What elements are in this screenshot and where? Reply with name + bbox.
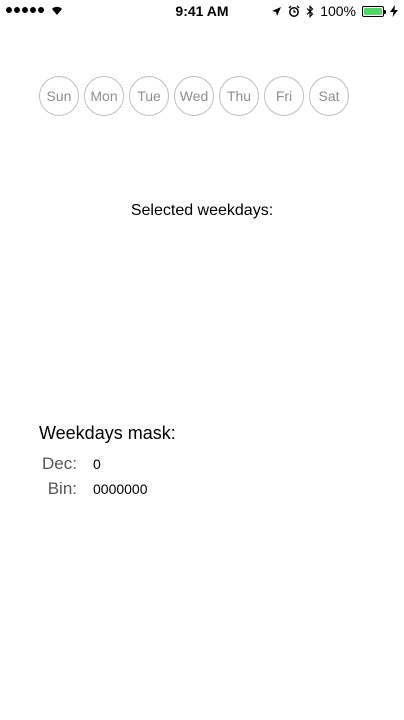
day-button-tue[interactable]: Tue [129,76,169,116]
mask-bin-value: 0000000 [93,481,148,497]
battery-icon [362,5,386,17]
selected-weekdays-title: Selected weekdays: [130,202,274,219]
charging-icon [390,5,398,17]
day-button-sun[interactable]: Sun [39,76,79,116]
day-button-mon[interactable]: Mon [84,76,124,116]
day-button-thu[interactable]: Thu [219,76,259,116]
selected-weekdays-list [0,226,404,396]
bluetooth-icon [306,4,314,18]
status-right: 100% [271,3,398,19]
day-button-fri[interactable]: Fri [264,76,304,116]
battery-percent: 100% [320,3,356,19]
mask-dec-label: Dec: [42,454,77,473]
mask-dec-value: 0 [93,456,101,472]
mask-bin-row: Bin: 0000000 [39,479,148,499]
alarm-icon [288,5,300,17]
battery-fill [364,7,382,15]
weekday-picker: Sun Mon Tue Wed Thu Fri Sat [39,76,349,116]
status-bar: 9:41 AM 100% [0,0,404,22]
location-icon [272,6,282,16]
day-button-wed[interactable]: Wed [174,76,214,116]
app-screen: 9:41 AM 100% Sun Mon Tue Wed Thu Fri Sat… [0,0,404,720]
mask-dec-row: Dec: 0 [39,454,101,474]
day-button-sat[interactable]: Sat [309,76,349,116]
mask-bin-label: Bin: [47,479,77,498]
weekdays-mask-title: Weekdays mask: [39,423,176,443]
